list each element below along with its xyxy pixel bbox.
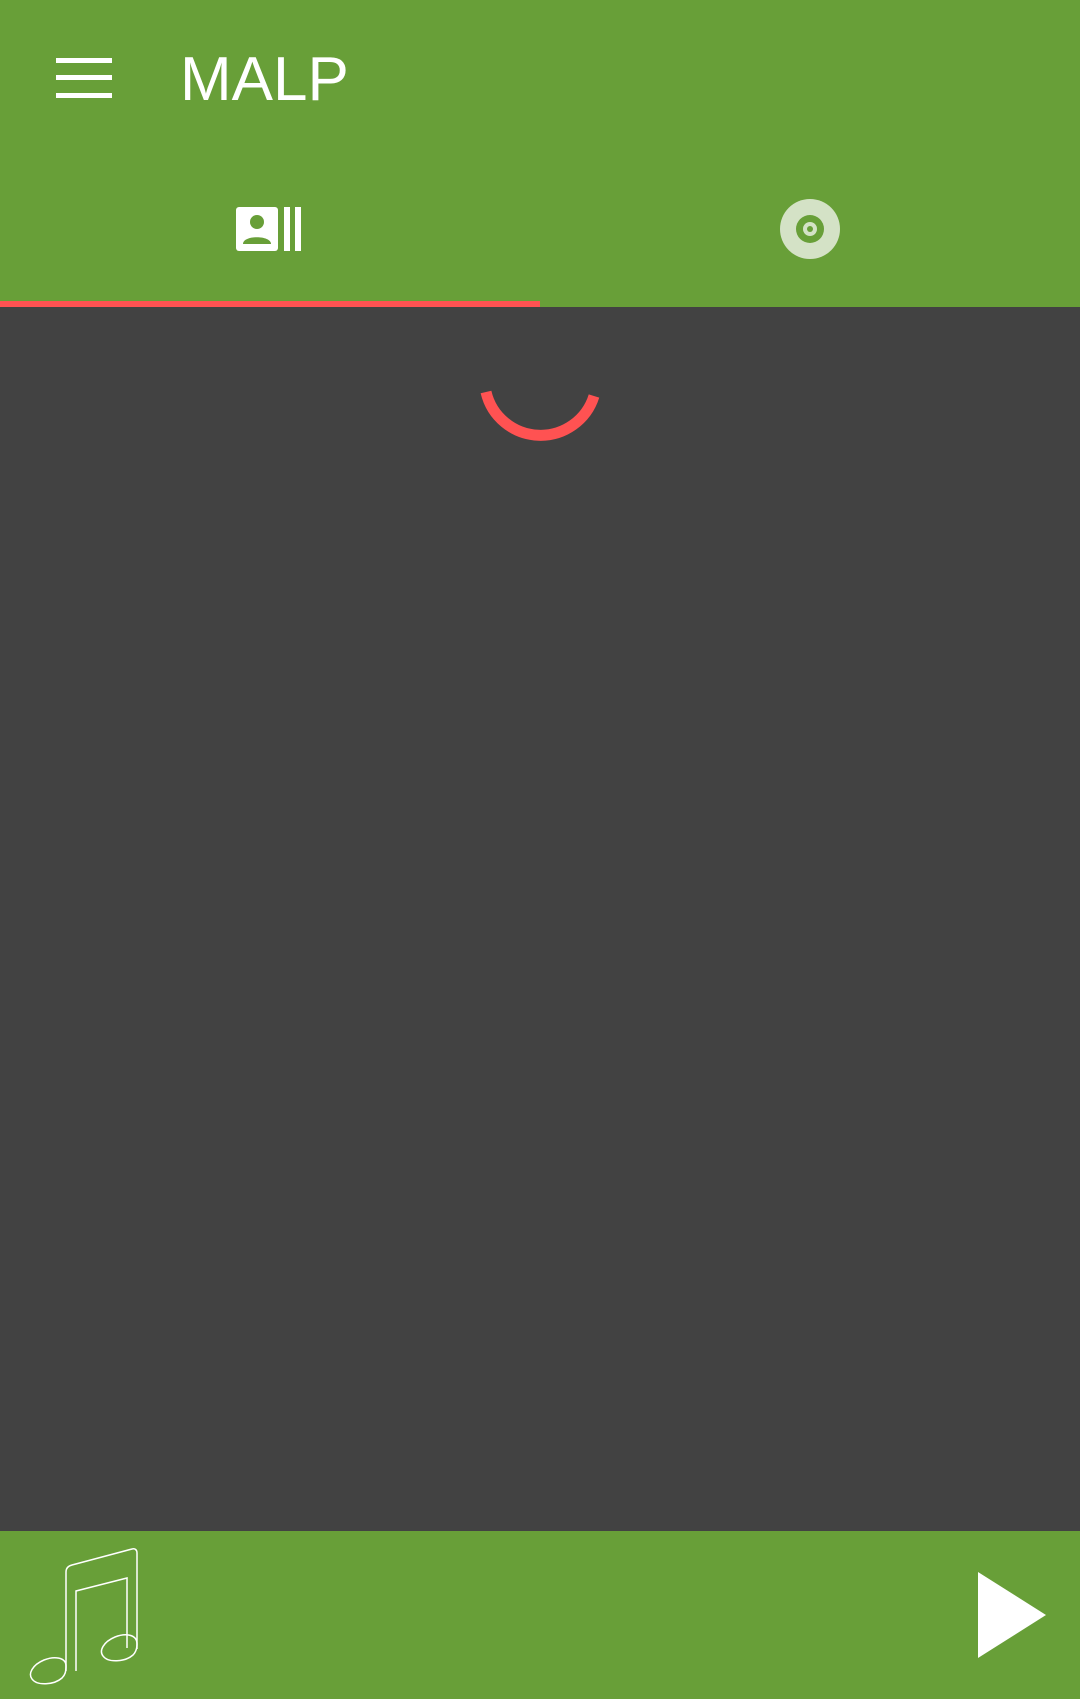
- music-note-icon: [29, 1548, 138, 1685]
- now-playing-bar[interactable]: [0, 1531, 1080, 1699]
- play-icon: [978, 1572, 1046, 1658]
- loading-spinner-icon: [480, 390, 600, 441]
- album-disc-icon: [780, 198, 840, 259]
- menu-button[interactable]: [40, 38, 128, 118]
- tab-bar: [0, 150, 1080, 307]
- tab-albums[interactable]: [540, 150, 1080, 307]
- tab-artists[interactable]: [0, 150, 540, 307]
- play-button[interactable]: [970, 1560, 1054, 1670]
- app-root: MALP: [0, 0, 1080, 1699]
- artists-icon: [236, 206, 301, 251]
- app-title: MALP: [180, 45, 349, 114]
- hamburger-menu-icon: [56, 58, 112, 98]
- toolbar: MALP: [0, 0, 1080, 150]
- artists-list-area[interactable]: [0, 307, 1080, 1531]
